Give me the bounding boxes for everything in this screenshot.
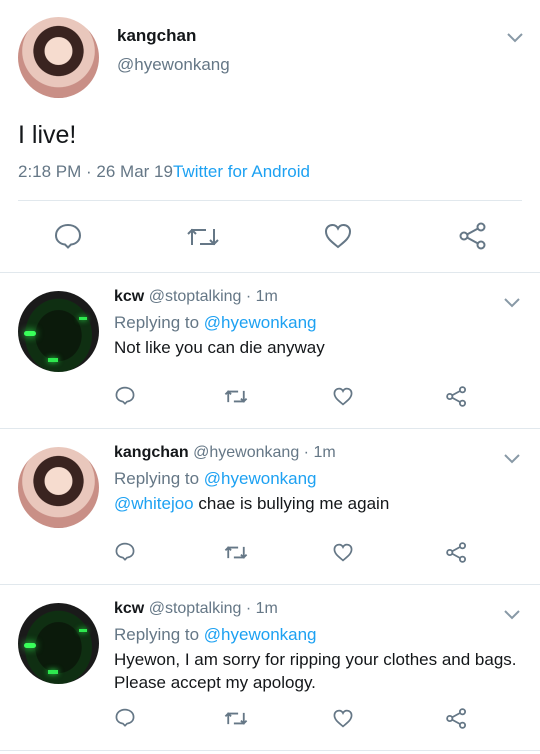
main-chevron-down-icon[interactable] bbox=[506, 32, 524, 44]
reply3-time: 1m bbox=[255, 600, 278, 617]
reply2-like-icon[interactable] bbox=[333, 543, 353, 562]
reply2-handle[interactable]: @hyewonkang bbox=[193, 444, 299, 461]
reply3-share-icon[interactable] bbox=[445, 708, 468, 729]
reply2-reply-icon[interactable] bbox=[115, 542, 135, 561]
reply2-text: @whitejoo chae is bullying me again bbox=[114, 494, 389, 514]
reply3-reply-icon[interactable] bbox=[115, 708, 135, 727]
section-divider bbox=[0, 272, 540, 273]
reply2-replying-handle[interactable]: @hyewonkang bbox=[204, 469, 317, 488]
main-handle[interactable]: @hyewonkang bbox=[117, 55, 230, 75]
like-icon[interactable] bbox=[324, 223, 352, 249]
main-avatar[interactable] bbox=[18, 17, 99, 98]
reply2-retweet-icon[interactable] bbox=[224, 544, 248, 561]
main-tweet-text: I live! bbox=[18, 121, 77, 149]
main-display-name[interactable]: kangchan bbox=[117, 26, 196, 46]
reply1-retweet-icon[interactable] bbox=[224, 388, 248, 405]
share-icon[interactable] bbox=[458, 222, 488, 250]
reply3-avatar[interactable] bbox=[18, 603, 99, 684]
reply1-reply-icon[interactable] bbox=[115, 386, 135, 405]
reply1-share-icon[interactable] bbox=[445, 386, 468, 407]
reply2-chevron-down-icon[interactable] bbox=[503, 453, 521, 465]
reply2-avatar[interactable] bbox=[18, 447, 99, 528]
retweet-icon[interactable] bbox=[186, 225, 220, 249]
reply2-body: chae is bullying me again bbox=[198, 494, 390, 513]
reply1-like-icon[interactable] bbox=[333, 387, 353, 406]
reply2-separator: · bbox=[299, 444, 314, 461]
reply1-divider bbox=[0, 428, 540, 429]
reply3-replying-label: Replying to bbox=[114, 625, 200, 644]
reply1-handle[interactable]: @stoptalking bbox=[149, 288, 242, 305]
reply3-replying-to: Replying to @hyewonkang bbox=[114, 625, 317, 645]
reply1-replying-label: Replying to bbox=[114, 313, 200, 332]
reply1-text: Not like you can die anyway bbox=[114, 338, 325, 357]
main-tweet-client[interactable]: Twitter for Android bbox=[173, 162, 310, 181]
reply3-text-line-2: Please accept my apology. bbox=[114, 673, 316, 692]
reply1-header: kcw @stoptalking · 1m bbox=[114, 288, 278, 306]
reply3-text-line-1: Hyewon, I am sorry for ripping your clot… bbox=[114, 650, 517, 669]
reply3-header: kcw @stoptalking · 1m bbox=[114, 600, 278, 618]
reply2-header: kangchan @hyewonkang · 1m bbox=[114, 444, 336, 462]
reply3-divider bbox=[0, 750, 540, 751]
reply3-like-icon[interactable] bbox=[333, 709, 353, 728]
reply2-display-name[interactable]: kangchan bbox=[114, 444, 189, 461]
reply3-retweet-icon[interactable] bbox=[224, 710, 248, 727]
reply1-avatar[interactable] bbox=[18, 291, 99, 372]
reply1-chevron-down-icon[interactable] bbox=[503, 297, 521, 309]
reply2-replying-to: Replying to @hyewonkang bbox=[114, 469, 317, 489]
reply3-separator: · bbox=[241, 600, 256, 617]
reply1-separator: · bbox=[241, 288, 256, 305]
main-divider bbox=[18, 200, 522, 201]
reply1-display-name[interactable]: kcw bbox=[114, 288, 144, 305]
main-tweet-time: 2:18 PM · 26 Mar 19 bbox=[18, 162, 173, 181]
reply3-replying-handle[interactable]: @hyewonkang bbox=[204, 625, 317, 644]
reply-icon[interactable] bbox=[54, 223, 82, 249]
reply2-time: 1m bbox=[313, 444, 336, 461]
reply2-share-icon[interactable] bbox=[445, 542, 468, 563]
reply3-display-name[interactable]: kcw bbox=[114, 600, 144, 617]
main-tweet-meta: 2:18 PM · 26 Mar 19Twitter for Android bbox=[18, 162, 310, 182]
reply3-handle[interactable]: @stoptalking bbox=[149, 600, 242, 617]
reply1-time: 1m bbox=[255, 288, 278, 305]
reply2-replying-label: Replying to bbox=[114, 469, 200, 488]
reply2-mention[interactable]: @whitejoo bbox=[114, 494, 194, 513]
reply1-replying-handle[interactable]: @hyewonkang bbox=[204, 313, 317, 332]
reply3-chevron-down-icon[interactable] bbox=[503, 609, 521, 621]
reply1-replying-to: Replying to @hyewonkang bbox=[114, 313, 317, 333]
reply2-divider bbox=[0, 584, 540, 585]
